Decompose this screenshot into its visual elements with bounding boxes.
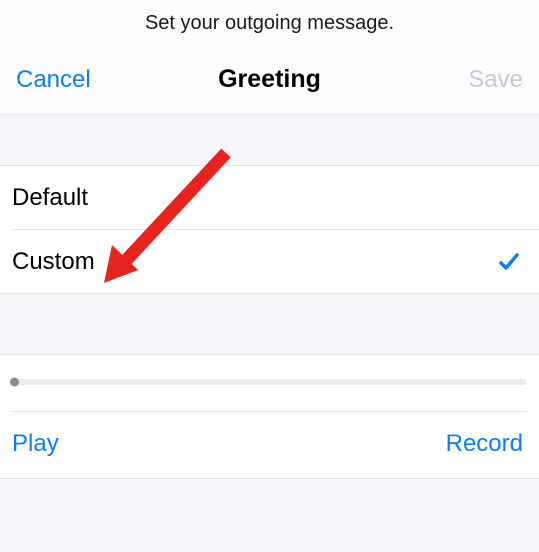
progress-row	[0, 355, 539, 411]
instruction-text: Set your outgoing message.	[0, 0, 539, 55]
progress-thumb[interactable]	[10, 378, 19, 387]
record-button[interactable]: Record	[446, 430, 523, 458]
page-title: Greeting	[218, 65, 321, 94]
section-gap	[0, 115, 539, 165]
progress-track[interactable]	[12, 379, 527, 385]
playback-controls: Play Record	[0, 412, 539, 478]
play-button[interactable]: Play	[12, 430, 59, 458]
cancel-button[interactable]: Cancel	[16, 66, 116, 94]
option-custom[interactable]: Custom	[0, 230, 539, 293]
save-button: Save	[423, 66, 523, 94]
section-gap	[0, 294, 539, 354]
greeting-options-list: Default Custom	[0, 165, 539, 294]
option-default[interactable]: Default	[0, 166, 539, 229]
checkmark-icon	[497, 250, 521, 274]
playback-panel: Play Record	[0, 354, 539, 479]
option-default-label: Default	[12, 184, 88, 212]
navigation-bar: Cancel Greeting Save	[0, 55, 539, 115]
option-custom-label: Custom	[12, 248, 95, 276]
